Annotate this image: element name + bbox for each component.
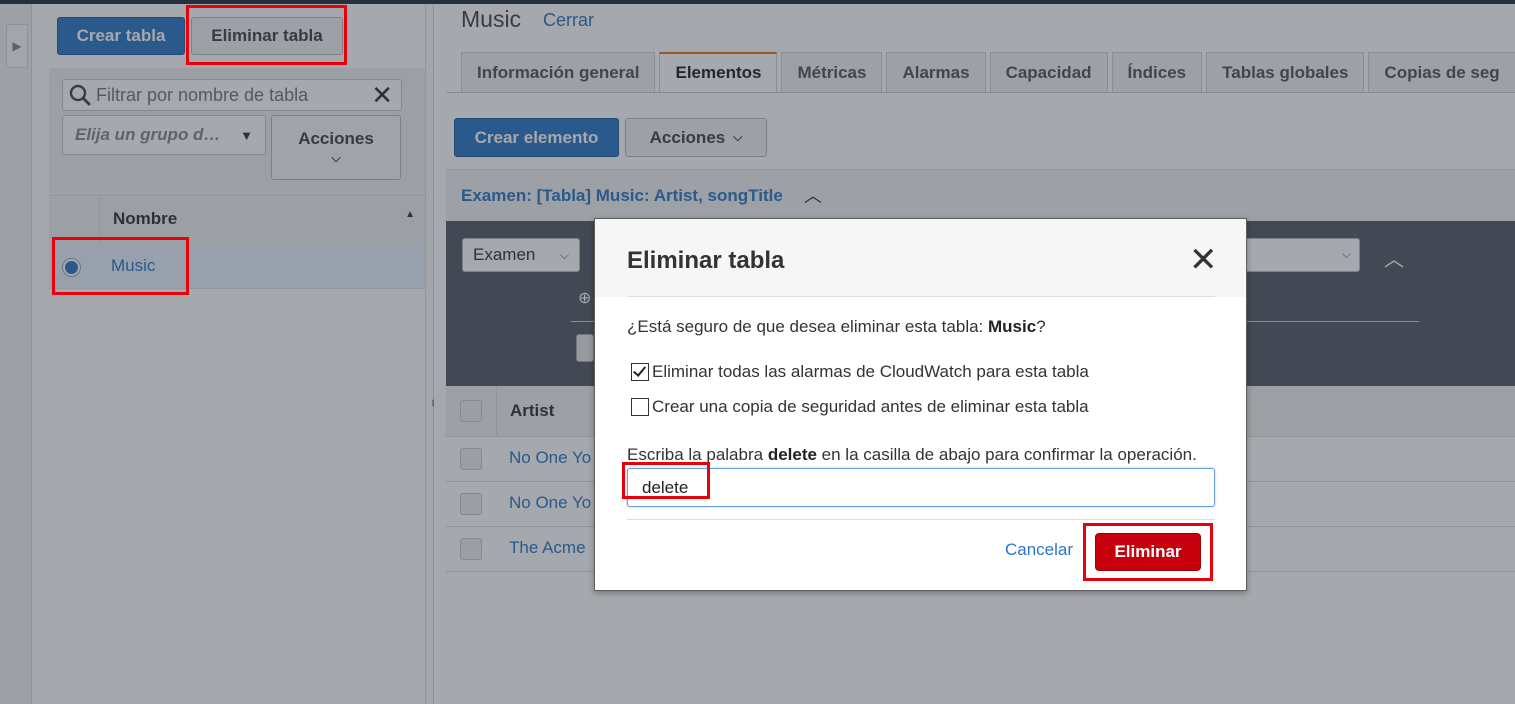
question-prefix: ¿Está seguro de que desea eliminar esta … bbox=[627, 317, 988, 336]
confirm-delete-field[interactable] bbox=[627, 468, 1215, 507]
create-backup-checkbox[interactable] bbox=[631, 398, 649, 416]
confirm-instructions: Escriba la palabra delete en la casilla … bbox=[627, 445, 1197, 465]
close-icon[interactable]: ✕ bbox=[1189, 243, 1218, 277]
highlight-confirm-button bbox=[1083, 523, 1213, 581]
create-backup-label[interactable]: Crear una copia de seguridad antes de el… bbox=[652, 397, 1089, 417]
dialog-footer-divider bbox=[627, 519, 1215, 520]
dialog-divider bbox=[627, 296, 1215, 297]
confirm-word: delete bbox=[767, 445, 817, 464]
question-suffix: ? bbox=[1036, 317, 1046, 336]
highlight-music-row bbox=[52, 237, 189, 295]
question-table-name: Music bbox=[988, 317, 1037, 336]
confirm-question: ¿Está seguro de que desea eliminar esta … bbox=[627, 317, 1046, 337]
highlight-delete-table-button bbox=[186, 5, 347, 65]
dialog-title: Eliminar tabla bbox=[627, 247, 785, 274]
cancel-button[interactable]: Cancelar bbox=[1005, 540, 1073, 560]
confirm-suffix: en la casilla de abajo para confirmar la… bbox=[816, 445, 1197, 464]
confirm-delete-input[interactable] bbox=[640, 475, 1200, 501]
delete-alarms-checkbox[interactable] bbox=[631, 363, 649, 381]
delete-alarms-label[interactable]: Eliminar todas las alarmas de CloudWatch… bbox=[652, 362, 1089, 382]
highlight-delete-input bbox=[622, 462, 710, 499]
